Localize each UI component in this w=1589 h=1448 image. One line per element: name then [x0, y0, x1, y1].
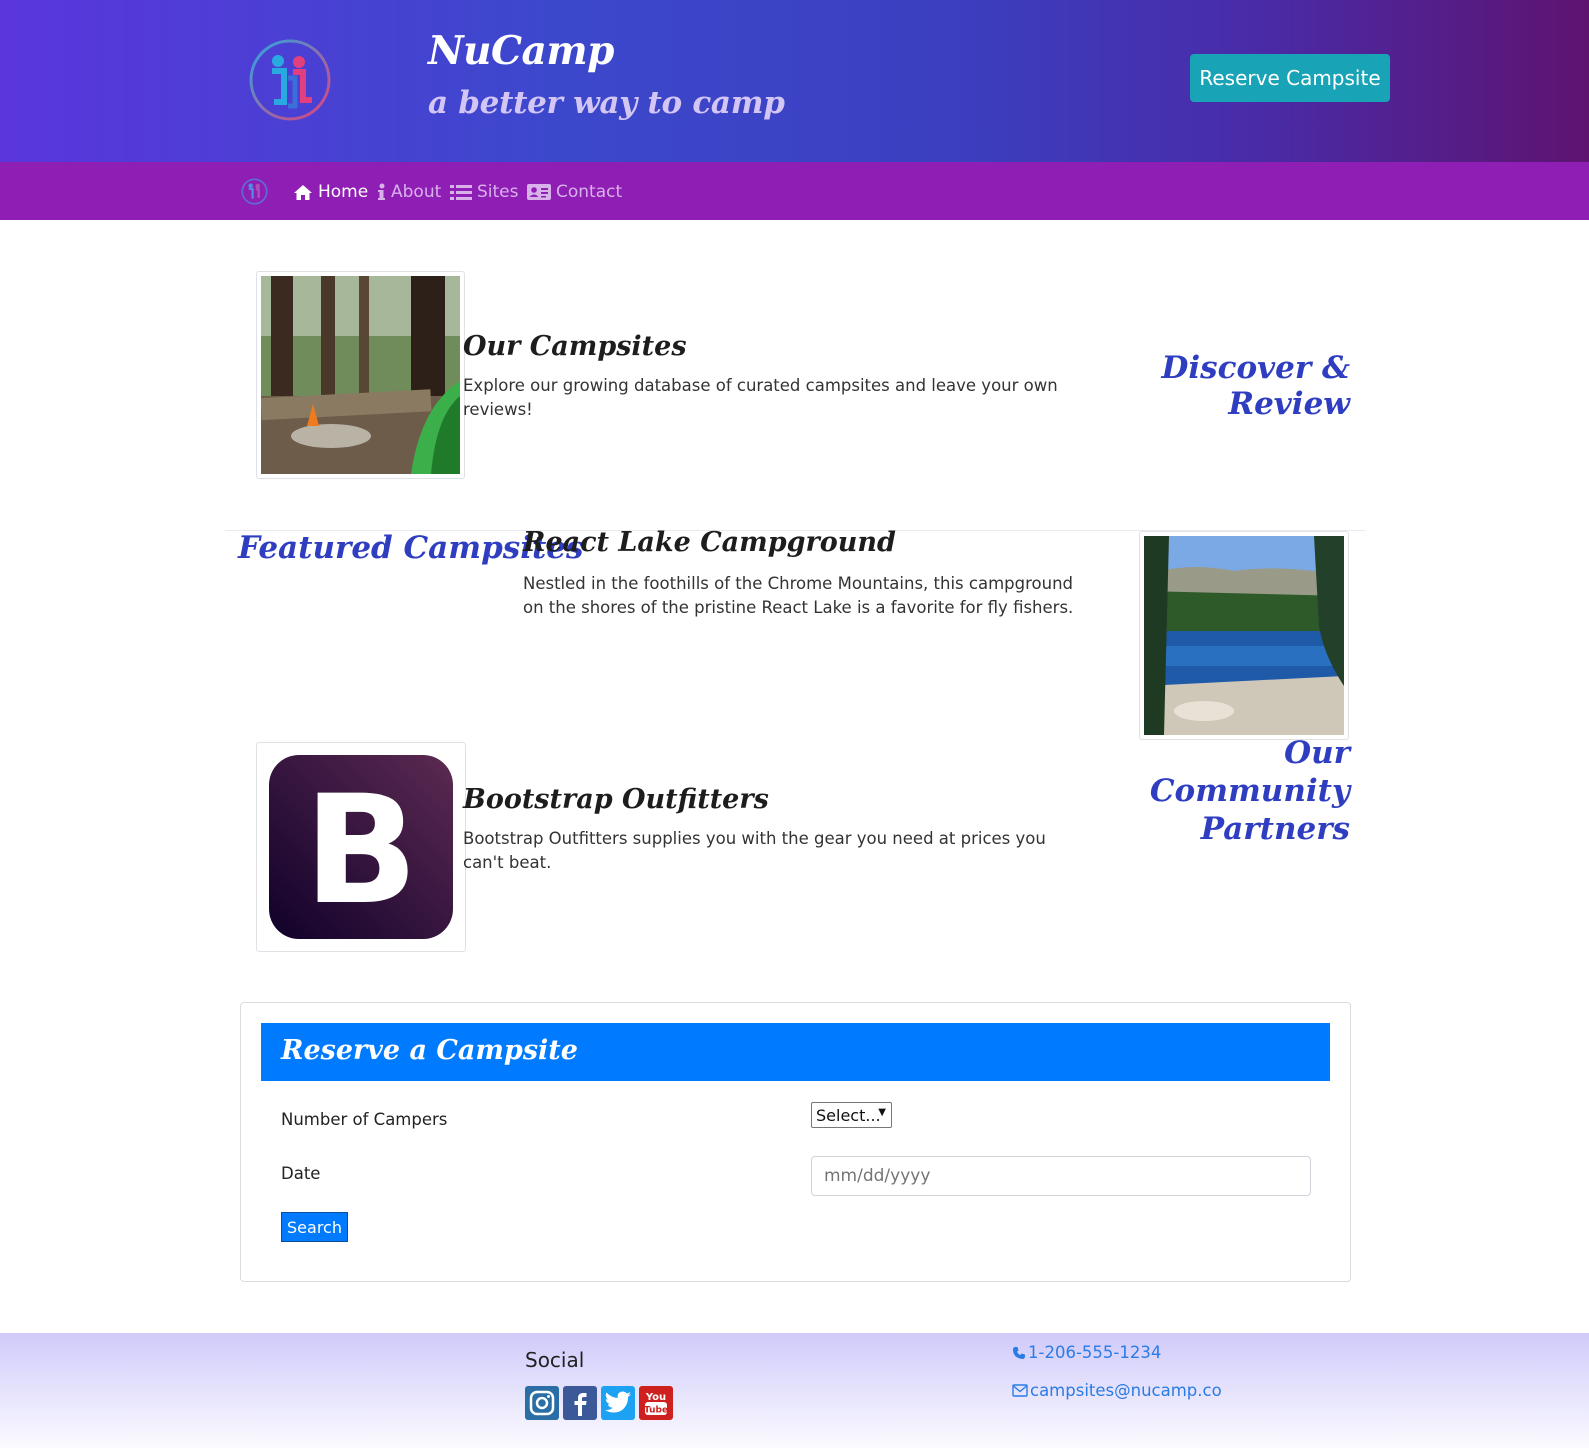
envelope-icon [1012, 1384, 1028, 1397]
featured-campsite-body: Nestled in the foothills of the Chrome M… [523, 574, 1074, 617]
email-text: campsites@nucamp.co [1030, 1381, 1222, 1400]
nav-contact[interactable]: Contact [527, 179, 622, 205]
campsites-body: Explore our growing database of curated … [463, 376, 1058, 419]
youtube-icon[interactable]: You Tube [639, 1386, 673, 1420]
partner-title: Bootstrap Outfitters [463, 784, 769, 815]
nav-sites-label: Sites [477, 182, 519, 202]
facebook-icon[interactable] [563, 1386, 597, 1420]
reserve-card-title: Reserve a Campsite [261, 1023, 1330, 1081]
community-partners-line1: Our Community [1149, 735, 1350, 809]
featured-campsite-thumbnail [1139, 531, 1349, 740]
bootstrap-logo: B [261, 747, 461, 947]
nav-about[interactable]: About [377, 179, 441, 205]
nav-home[interactable]: Home [293, 179, 368, 205]
campers-label: Number of Campers [281, 1110, 448, 1129]
featured-campsite-title: React Lake Campground [523, 527, 896, 558]
list-icon [450, 184, 472, 200]
react-lake-photo [1144, 536, 1344, 735]
community-partners-heading: Our Community Partners [1100, 734, 1350, 848]
chevron-down-icon: ▼ [878, 1107, 886, 1118]
svg-text:Tube: Tube [644, 1406, 668, 1416]
nav-home-label: Home [318, 182, 369, 202]
twitter-icon[interactable] [601, 1386, 635, 1420]
campsites-title: Our Campsites [463, 331, 687, 362]
nav-contact-label: Contact [556, 182, 623, 202]
campsite-thumbnail [256, 271, 465, 479]
social-title: Social [525, 1348, 585, 1372]
info-icon [378, 183, 385, 200]
site-header: NuCamp a better way to camp Reserve Camp… [0, 0, 1589, 162]
svg-text:You: You [645, 1392, 666, 1403]
campers-select-value: Select... [816, 1105, 881, 1125]
phone-link[interactable]: 1-206-555-1234 [1012, 1343, 1161, 1362]
phone-text: 1-206-555-1234 [1028, 1343, 1162, 1362]
address-card-icon [527, 184, 551, 200]
navbar: Home About Sites Contact [0, 162, 1589, 220]
email-link[interactable]: campsites@nucamp.co [1012, 1381, 1222, 1400]
partner-thumbnail: B [256, 742, 466, 952]
bootstrap-logo-letter: B [304, 764, 418, 938]
date-input[interactable] [811, 1156, 1311, 1196]
reserve-campsite-button[interactable]: Reserve Campsite [1190, 54, 1390, 102]
nav-sites[interactable]: Sites [450, 179, 519, 205]
community-partners-line2: Partners [1200, 811, 1350, 847]
campsite-photo [261, 276, 460, 474]
partner-body: Bootstrap Outfitters supplies you with t… [463, 829, 1046, 872]
phone-icon [1013, 1346, 1025, 1359]
brand-tagline: a better way to camp [428, 85, 785, 121]
nav-about-label: About [391, 182, 442, 202]
campers-select[interactable]: Select... ▼ [811, 1102, 892, 1128]
instagram-icon[interactable] [525, 1386, 559, 1420]
brand-title: NuCamp [428, 28, 614, 74]
nucamp-logo [249, 39, 331, 121]
reserve-card: Reserve a Campsite Number of Campers Sel… [240, 1002, 1351, 1282]
search-button[interactable]: Search [281, 1212, 348, 1242]
site-footer: Social You Tube 1-206-555-1234 campsites… [0, 1333, 1589, 1448]
discover-review-heading: Discover & Review [1161, 350, 1350, 422]
home-icon [294, 184, 312, 200]
navbar-logo[interactable] [241, 178, 268, 205]
date-label: Date [281, 1164, 321, 1183]
